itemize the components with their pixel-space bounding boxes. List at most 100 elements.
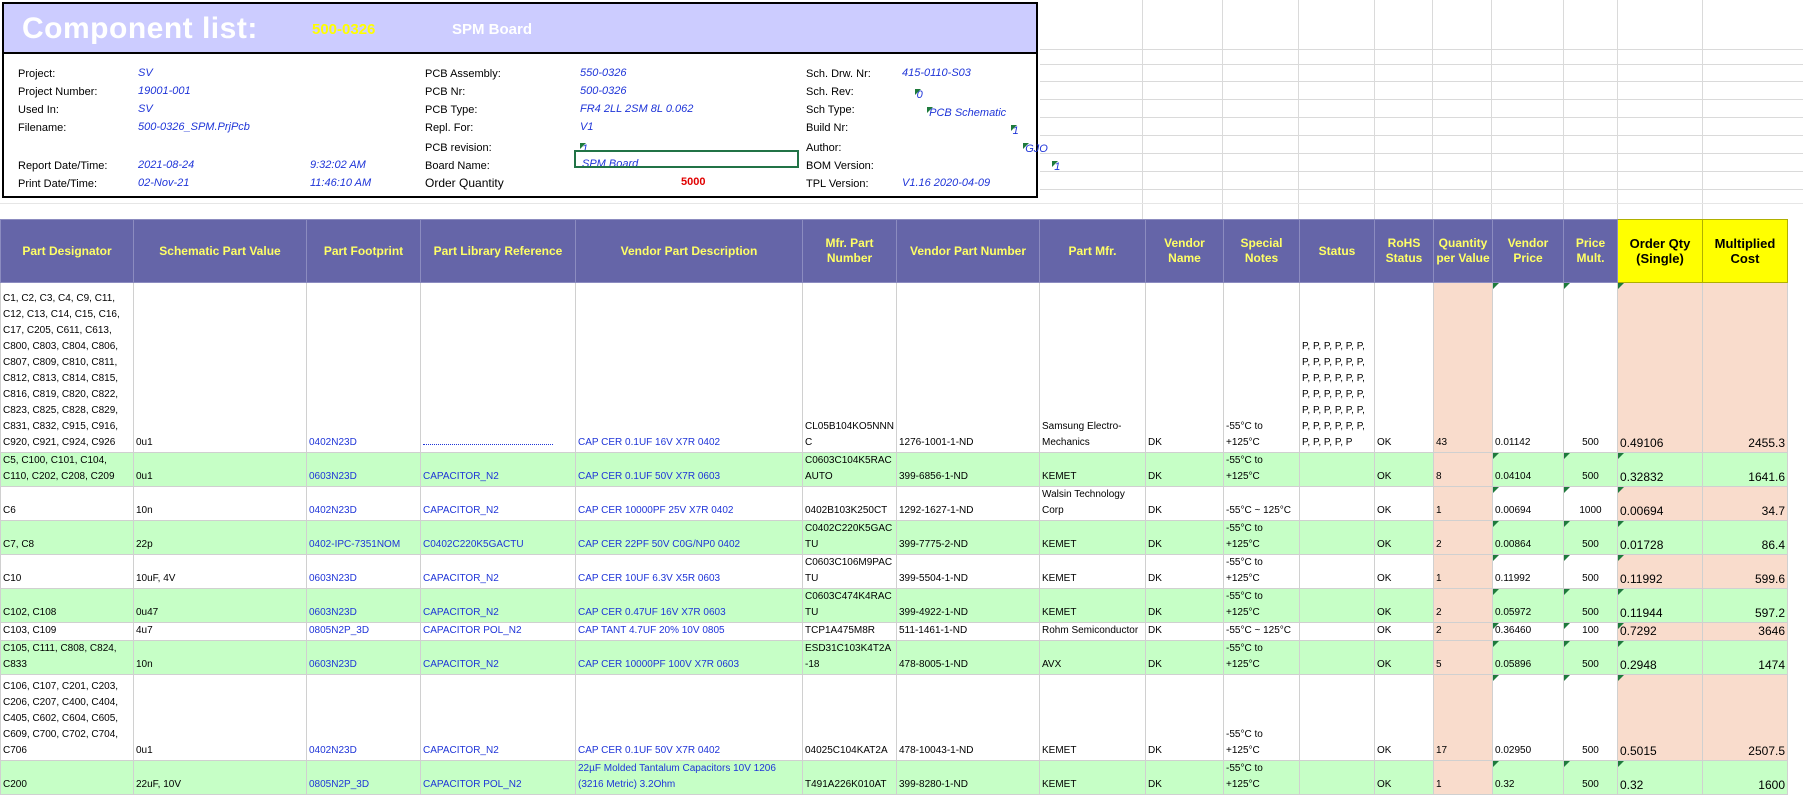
col-rohs-status[interactable]: RoHS Status — [1374, 219, 1434, 283]
cell-price[interactable]: 0.11992 — [1492, 554, 1564, 589]
cell-designator[interactable]: C10 — [0, 554, 134, 589]
cell-value[interactable]: 0u1 — [133, 674, 307, 761]
cell-vendorpn[interactable]: 1276-1001-1-ND — [896, 282, 1040, 453]
cell-mfr[interactable]: Samsung Electro-Mechanics — [1039, 282, 1146, 453]
bom-version-value[interactable]: 1 — [1052, 161, 1060, 173]
cell-designator[interactable]: C102, C108 — [0, 588, 134, 623]
col-vendor-name[interactable]: Vendor Name — [1145, 219, 1224, 283]
cell-vendorpn[interactable]: 399-6856-1-ND — [896, 452, 1040, 487]
cell-price[interactable]: 0.02950 — [1492, 674, 1564, 761]
cell-vendor[interactable]: DK — [1145, 588, 1224, 623]
sch-type-value[interactable]: PCB Schematic — [927, 107, 1006, 119]
cell-mfr[interactable]: KEMET — [1039, 520, 1146, 555]
cell-mfr[interactable]: Walsin Technology Corp — [1039, 486, 1146, 521]
cell-rohs[interactable]: OK — [1374, 588, 1434, 623]
cell-libref[interactable]: CAPACITOR_N2 — [420, 486, 576, 521]
cell-notes[interactable]: -55°C to +125°C — [1223, 520, 1300, 555]
cell-rohs[interactable]: OK — [1374, 674, 1434, 761]
cell-order[interactable]: 0.49106 — [1617, 282, 1703, 453]
cell-libref[interactable]: C0402C220K5GACTU — [420, 520, 576, 555]
cell-vendor[interactable]: DK — [1145, 486, 1224, 521]
col-vendor-part-number[interactable]: Vendor Part Number — [896, 219, 1040, 283]
cell-status[interactable] — [1299, 622, 1375, 641]
cell-footprint[interactable]: 0402-IPC-7351NOM — [306, 520, 421, 555]
cell-footprint[interactable]: 0603N23D — [306, 452, 421, 487]
author-value[interactable]: GJO — [1023, 143, 1048, 155]
cell-mult[interactable]: 500 — [1563, 588, 1618, 623]
cell-status[interactable] — [1299, 520, 1375, 555]
order-quantity-value[interactable]: 5000 — [681, 176, 705, 188]
cell-value[interactable]: 0u1 — [133, 452, 307, 487]
col-order-qty-single[interactable]: Order Qty (Single) — [1617, 219, 1703, 283]
col-price-mult[interactable]: Price Mult. — [1563, 219, 1618, 283]
cell-qty[interactable]: 1 — [1433, 554, 1493, 589]
cell-mfrpn[interactable]: C0603C104K5RACAUTO — [802, 452, 897, 487]
col-schematic-part-value[interactable]: Schematic Part Value — [133, 219, 307, 283]
build-nr-value[interactable]: 1 — [1011, 125, 1019, 137]
cell-vendor[interactable]: DK — [1145, 282, 1224, 453]
cell-value[interactable]: 10n — [133, 640, 307, 675]
col-status[interactable]: Status — [1299, 219, 1375, 283]
cell-status[interactable] — [1299, 554, 1375, 589]
cell-qty[interactable]: 2 — [1433, 520, 1493, 555]
cell-desc[interactable]: CAP CER 0.1UF 16V X7R 0402 — [575, 282, 803, 453]
col-vendor-price[interactable]: Vendor Price — [1492, 219, 1564, 283]
cell-mfr[interactable]: KEMET — [1039, 674, 1146, 761]
cell-mfrpn[interactable]: C0402C220K5GACTU — [802, 520, 897, 555]
cell-value[interactable]: 0u1 — [133, 282, 307, 453]
cell-qty[interactable]: 8 — [1433, 452, 1493, 487]
cell-notes[interactable]: -55°C to +125°C — [1223, 760, 1300, 795]
col-multiplied-cost[interactable]: Multiplied Cost — [1702, 219, 1788, 283]
sch-rev-value[interactable]: 0 — [915, 89, 923, 101]
cell-rohs[interactable]: OK — [1374, 622, 1434, 641]
cell-vendor[interactable]: DK — [1145, 674, 1224, 761]
cell-status[interactable] — [1299, 640, 1375, 675]
cell-mfrpn[interactable]: CL05B104KO5NNNC — [802, 282, 897, 453]
cell-libref[interactable]: CAPACITOR_N2 — [420, 640, 576, 675]
cell-mfrpn[interactable]: ESD31C103K4T2A-18 — [802, 640, 897, 675]
cell-order[interactable]: 0.11992 — [1617, 554, 1703, 589]
cell-order[interactable]: 0.32 — [1617, 760, 1703, 795]
print-date-value[interactable]: 02-Nov-21 — [138, 177, 189, 189]
col-vendor-part-description[interactable]: Vendor Part Description — [575, 219, 803, 283]
cell-mfrpn[interactable]: 04025C104KAT2A — [802, 674, 897, 761]
cell-status[interactable] — [1299, 760, 1375, 795]
cell-designator[interactable]: C5, C100, C101, C104, C110, C202, C208, … — [0, 452, 134, 487]
cell-vendorpn[interactable]: 1292-1627-1-ND — [896, 486, 1040, 521]
cell-desc[interactable]: CAP CER 10UF 6.3V X5R 0603 — [575, 554, 803, 589]
cell-order[interactable]: 0.5015 — [1617, 674, 1703, 761]
cell-mfr[interactable]: Rohm Semiconductor — [1039, 622, 1146, 641]
cell-order[interactable]: 0.00694 — [1617, 486, 1703, 521]
cell-vendor[interactable]: DK — [1145, 554, 1224, 589]
cell-value[interactable]: 10uF, 4V — [133, 554, 307, 589]
cell-designator[interactable]: C6 — [0, 486, 134, 521]
cell-footprint[interactable]: 0603N23D — [306, 588, 421, 623]
cell-rohs[interactable]: OK — [1374, 486, 1434, 521]
cell-cost[interactable]: 1641.6 — [1702, 452, 1788, 487]
cell-price[interactable]: 0.04104 — [1492, 452, 1564, 487]
cell-notes[interactable]: -55°C to +125°C — [1223, 282, 1300, 453]
filename-value[interactable]: 500-0326_SPM.PrjPcb — [138, 121, 250, 133]
cell-rohs[interactable]: OK — [1374, 760, 1434, 795]
cell-footprint[interactable]: 0805N2P_3D — [306, 760, 421, 795]
cell-desc[interactable]: CAP CER 10000PF 25V X7R 0402 — [575, 486, 803, 521]
cell-libref[interactable]: CAPACITOR_N2 — [420, 452, 576, 487]
project-value[interactable]: SV — [138, 67, 153, 79]
pcb-assembly-value[interactable]: 550-0326 — [580, 67, 627, 79]
cell-designator[interactable]: C7, C8 — [0, 520, 134, 555]
cell-mult[interactable]: 500 — [1563, 282, 1618, 453]
cell-cost[interactable]: 86.4 — [1702, 520, 1788, 555]
tpl-version-value[interactable]: V1.16 2020-04-09 — [902, 177, 990, 189]
report-date-value[interactable]: 2021-08-24 — [138, 159, 194, 171]
cell-cost[interactable]: 599.6 — [1702, 554, 1788, 589]
cell-mult[interactable]: 500 — [1563, 640, 1618, 675]
cell-value[interactable]: 10n — [133, 486, 307, 521]
cell-order[interactable]: 0.7292 — [1617, 622, 1703, 641]
cell-designator[interactable]: C105, C111, C808, C824, C833 — [0, 640, 134, 675]
cell-designator[interactable]: C1, C2, C3, C4, C9, C11, C12, C13, C14, … — [0, 282, 134, 453]
cell-notes[interactable]: -55°C to +125°C — [1223, 640, 1300, 675]
cell-vendor[interactable]: DK — [1145, 760, 1224, 795]
cell-mfr[interactable]: KEMET — [1039, 760, 1146, 795]
cell-footprint[interactable]: 0603N23D — [306, 640, 421, 675]
cell-mult[interactable]: 1000 — [1563, 486, 1618, 521]
